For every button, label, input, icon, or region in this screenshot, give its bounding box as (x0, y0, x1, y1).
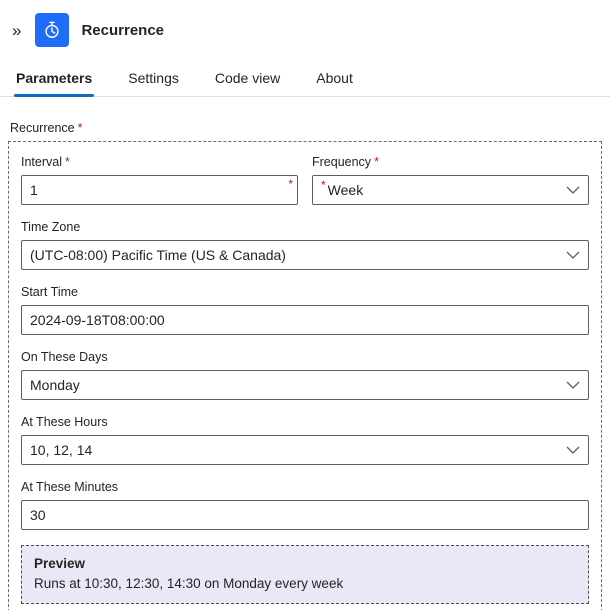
timezone-dropdown[interactable]: (UTC-08:00) Pacific Time (US & Canada) (21, 240, 589, 270)
chevron-down-icon (558, 186, 580, 194)
timezone-value: (UTC-08:00) Pacific Time (US & Canada) (30, 247, 286, 263)
minutes-input[interactable] (21, 500, 589, 530)
days-value: Monday (30, 377, 80, 393)
frequency-value: Week (327, 182, 364, 198)
tab-parameters[interactable]: Parameters (14, 61, 95, 97)
minutes-label: At These Minutes (21, 480, 119, 494)
tab-code-view[interactable]: Code view (213, 61, 282, 96)
hours-dropdown[interactable]: 10, 12, 14 (21, 435, 589, 465)
frequency-dropdown[interactable]: * Week (312, 175, 589, 205)
days-dropdown[interactable]: Monday (21, 370, 589, 400)
chevron-down-icon (558, 381, 580, 389)
header: » Recurrence (0, 0, 610, 57)
days-field: On These Days Monday (21, 350, 589, 400)
preview-text: Runs at 10:30, 12:30, 14:30 on Monday ev… (34, 576, 344, 591)
start-time-field: Start Time (21, 285, 589, 335)
collapse-panel-icon[interactable]: » (10, 20, 23, 41)
frequency-label: Frequency * (312, 155, 379, 169)
frequency-field: Frequency * * Week (312, 155, 589, 205)
required-asterisk: * (65, 155, 70, 169)
interval-frequency-row: Interval* * Frequency* * Week (21, 155, 589, 220)
minutes-field: At These Minutes (21, 480, 589, 530)
tab-settings[interactable]: Settings (126, 61, 181, 96)
hours-value: 10, 12, 14 (30, 442, 93, 458)
stopwatch-icon (45, 21, 60, 38)
recurrence-trigger-panel: » Recurrence Parameters Settings Code vi… (0, 0, 610, 610)
preview-title: Preview (34, 556, 86, 571)
start-time-input[interactable] (21, 305, 589, 335)
required-asterisk: * (77, 121, 83, 135)
interval-field: Interval* * (21, 155, 298, 205)
recurrence-parameters-card: Interval* * Frequency* * Week Time Zo (8, 141, 602, 610)
interval-label: Interval * (21, 155, 70, 169)
recurrence-section-label: Recurrence * (0, 97, 610, 141)
chevron-down-icon (558, 446, 580, 454)
recurrence-preview-box: Preview Runs at 10:30, 12:30, 14:30 on M… (21, 545, 589, 604)
recurrence-trigger-icon (35, 13, 70, 47)
start-time-label: Start Time (21, 285, 78, 299)
tab-about[interactable]: About (314, 61, 355, 96)
section-label-text: Recurrence (10, 121, 75, 135)
hours-field: At These Hours 10, 12, 14 (21, 415, 589, 465)
page-title: Recurrence (81, 21, 165, 39)
hours-label: At These Hours (21, 415, 108, 429)
chevron-down-icon (558, 251, 580, 259)
required-asterisk: * (321, 178, 326, 192)
interval-input[interactable] (21, 175, 298, 205)
tab-bar: Parameters Settings Code view About (0, 57, 610, 97)
days-label: On These Days (21, 350, 108, 364)
timezone-field: Time Zone (UTC-08:00) Pacific Time (US &… (21, 220, 589, 270)
required-asterisk: * (374, 155, 379, 169)
timezone-label: Time Zone (21, 220, 81, 234)
